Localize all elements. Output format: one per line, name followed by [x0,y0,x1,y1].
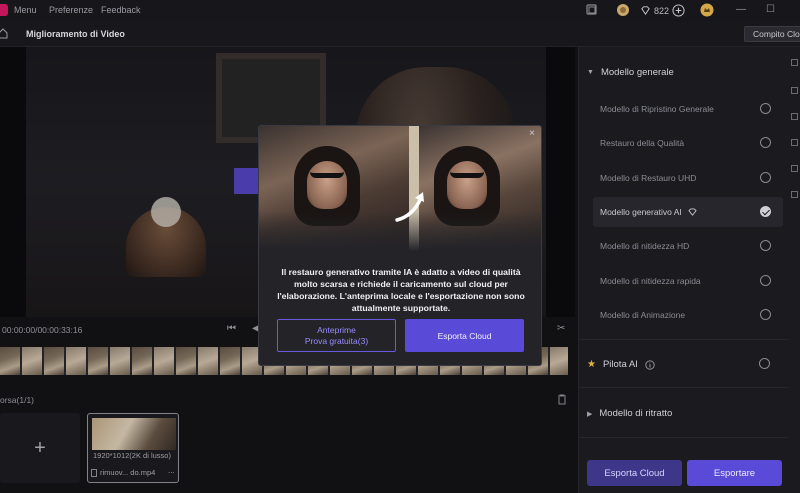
rail-icon[interactable] [791,87,798,94]
maximize-icon[interactable]: ☐ [766,4,775,15]
option-animation[interactable]: Modello di Animazione [593,300,783,330]
rail-icon[interactable] [791,191,798,198]
dialog-message: Il restauro generativo tramite IA è adat… [277,267,525,313]
star-icon: ★ [587,359,596,370]
close-icon[interactable]: × [526,128,538,140]
preview-free-trial-button[interactable]: Anteprime Prova gratuita(3) [277,319,396,352]
option-label: Modello di Ripristino Generale [600,104,714,114]
side-rail [788,47,800,493]
radio-button[interactable] [760,103,771,114]
option-label: Modello di nitidezza HD [600,241,690,251]
portrait-model-title: Modello di ritratto [599,408,673,419]
page-header: Miglioramento di Video [0,22,800,47]
feedback-menu[interactable]: Feedback [101,5,141,15]
radio-button-checked[interactable] [760,206,771,217]
option-label: Restauro della Qualità [600,138,685,148]
radio-button[interactable] [760,137,771,148]
user-crown-icon[interactable] [700,3,714,17]
device-icon[interactable] [585,3,599,17]
option-label: Modello generativo AI [600,207,682,217]
preview-button-label: Anteprime [317,325,356,335]
home-icon[interactable] [0,28,8,39]
info-icon[interactable] [645,359,655,370]
rail-icon[interactable] [791,113,798,120]
minimize-icon[interactable]: — [736,4,746,15]
option-uhd-restore[interactable]: Modello di Restauro UHD [593,163,783,193]
ai-pilot-label: Pilota AI [602,359,638,370]
coin-icon[interactable] [616,3,630,17]
diamond-icon [641,6,650,15]
radio-button[interactable] [760,172,771,183]
radio-button[interactable] [760,240,771,251]
credits-value: 822 [654,5,670,16]
export-cloud-button[interactable]: Esporta Cloud [587,460,682,486]
divider [579,387,789,388]
option-general-restore[interactable]: Modello di Ripristino Generale [593,94,783,124]
divider [579,437,789,438]
radio-button[interactable] [760,309,771,320]
option-generative-ai[interactable]: Modello generativo AI [593,197,783,227]
radio-button[interactable] [760,275,771,286]
option-label: Modello di Restauro UHD [600,173,697,183]
rail-icon[interactable] [791,139,798,146]
cloud-task-tooltip: Compito Cloud [744,26,800,42]
app-logo-icon [0,4,8,16]
model-panel: ▼ Modello generale Modello di Ripristino… [578,47,789,493]
option-label: Modello di nitidezza rapida [600,276,701,286]
general-model-title: Modello generale [600,67,674,78]
option-hd-sharpness[interactable]: Modello di nitidezza HD [593,231,783,261]
rail-icon[interactable] [791,59,798,66]
generative-ai-dialog: × Il restauro generativo tramite IA è ad… [258,125,542,366]
divider [579,339,789,340]
plus-circle-icon[interactable] [672,4,685,17]
credits-counter[interactable]: 822 [640,3,685,18]
option-quality-restore[interactable]: Restauro della Qualità [593,128,783,158]
ai-pilot-radio[interactable] [759,358,770,369]
option-fast-sharpness[interactable]: Modello di nitidezza rapida [593,266,783,296]
ai-pilot-row[interactable]: ★ Pilota AI [587,359,655,370]
transform-arrow-icon [395,192,424,222]
rail-icon[interactable] [791,165,798,172]
page-title: Miglioramento di Video [26,29,125,39]
diamond-icon [688,208,697,216]
option-label: Modello di Animazione [600,310,686,320]
export-button[interactable]: Esportare [687,460,782,486]
portrait-model-section[interactable]: ▶ Modello di ritratto [587,408,672,419]
caret-right-icon: ▶ [587,410,593,418]
menu-button[interactable]: Menu [14,5,37,15]
title-bar: Menu Preferenze Feedback 822 — ☐ [0,0,800,22]
caret-down-icon: ▼ [587,69,594,76]
dialog-export-cloud-button[interactable]: Esporta Cloud [405,319,524,352]
general-model-section[interactable]: ▼ Modello generale [587,67,674,78]
preferences-menu[interactable]: Preferenze [49,5,93,15]
free-trial-label: Prova gratuita(3) [304,336,369,346]
